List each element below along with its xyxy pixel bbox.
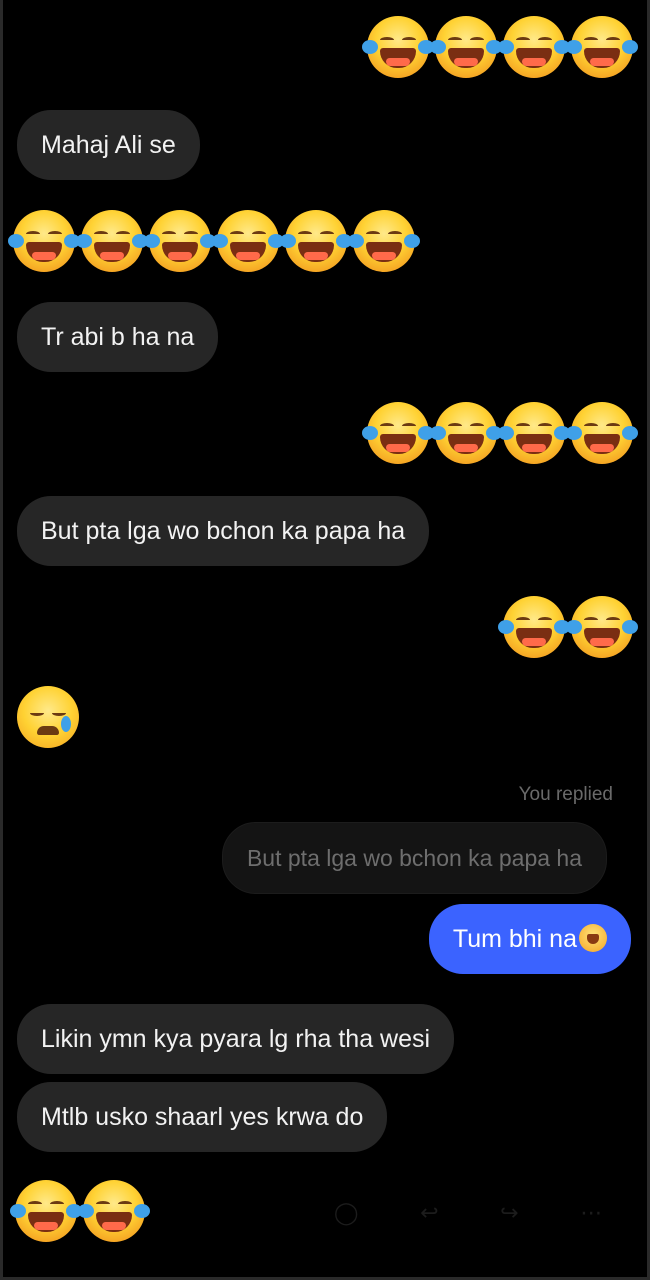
tears-of-joy-icon	[144, 210, 216, 272]
message-emoji-row[interactable]	[362, 402, 638, 464]
tears-of-joy-icon	[10, 1180, 82, 1242]
message-text: Mtlb usko shaarl yes krwa do	[41, 1103, 364, 1131]
tears-of-joy-icon	[76, 210, 148, 272]
incoming-message-bubble[interactable]: Likin ymn kya pyara lg rha tha wesi	[17, 1004, 455, 1074]
message-emoji-row[interactable]	[17, 686, 79, 748]
quoted-text: But pta lga wo bchon ka papa ha	[246, 845, 582, 871]
message-text: Mahaj Ali se	[41, 131, 176, 159]
incoming-message-bubble[interactable]: But pta lga wo bchon ka papa ha	[17, 496, 430, 566]
tears-of-joy-icon	[362, 402, 434, 464]
message-text: Tum bhi na	[452, 925, 577, 953]
tears-of-joy-icon	[566, 596, 638, 658]
message-text: Likin ymn kya pyara lg rha tha wesi	[41, 1025, 431, 1053]
message-text: But pta lga wo bchon ka papa ha	[41, 517, 406, 545]
reply-label: You replied	[518, 784, 613, 805]
message-emoji-row[interactable]	[498, 596, 638, 658]
tears-of-joy-icon	[498, 402, 570, 464]
tears-of-joy-icon	[212, 210, 284, 272]
crying-face-icon	[17, 686, 79, 748]
more-icon[interactable]: ⋯	[580, 1200, 602, 1226]
tears-of-joy-icon	[498, 16, 570, 78]
grinning-face-icon	[579, 924, 607, 952]
message-emoji-row[interactable]	[362, 16, 638, 78]
tears-of-joy-icon	[566, 402, 638, 464]
reply-icon[interactable]: ↩	[420, 1200, 438, 1226]
quoted-message-bubble[interactable]: But pta lga wo bchon ka papa ha	[221, 822, 607, 894]
message-emoji-row[interactable]	[8, 210, 420, 272]
tears-of-joy-icon	[362, 16, 434, 78]
tears-of-joy-icon	[430, 16, 502, 78]
tears-of-joy-icon	[78, 1180, 150, 1242]
outgoing-message-bubble[interactable]: Tum bhi na	[428, 904, 631, 974]
tears-of-joy-icon	[566, 16, 638, 78]
chat-thread: Mahaj Ali se Tr abi b ha na But pta lga …	[0, 0, 650, 1280]
message-text: Tr abi b ha na	[41, 323, 195, 351]
incoming-message-bubble[interactable]: Mtlb usko shaarl yes krwa do	[17, 1082, 388, 1152]
forward-icon[interactable]: ↪	[500, 1200, 518, 1226]
tears-of-joy-icon	[430, 402, 502, 464]
message-toolbar: ◯ ↩ ↪ ⋯	[303, 1188, 633, 1238]
tears-of-joy-icon	[280, 210, 352, 272]
message-emoji-row[interactable]	[10, 1180, 150, 1242]
tears-of-joy-icon	[498, 596, 570, 658]
tears-of-joy-icon	[348, 210, 420, 272]
incoming-message-bubble[interactable]: Mahaj Ali se	[17, 110, 200, 180]
react-icon[interactable]: ◯	[334, 1200, 359, 1226]
tears-of-joy-icon	[8, 210, 80, 272]
incoming-message-bubble[interactable]: Tr abi b ha na	[17, 302, 219, 372]
